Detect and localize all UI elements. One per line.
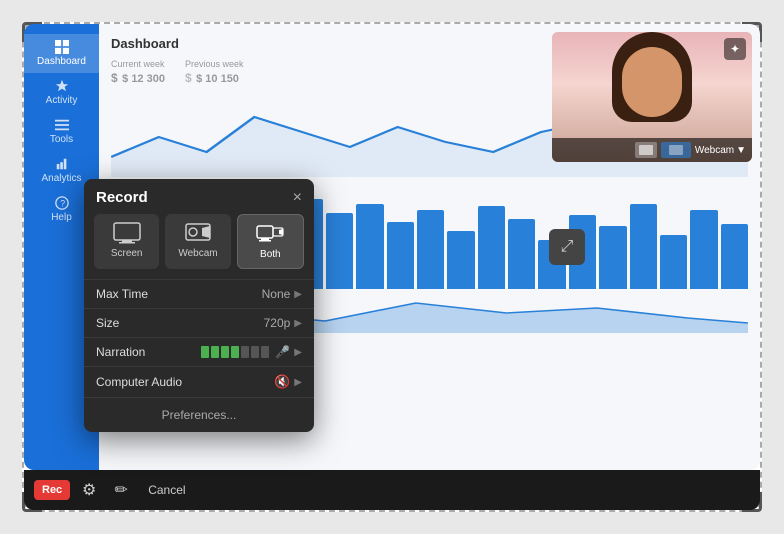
webcam-type-label: Webcam: [178, 248, 217, 259]
setting-narration: Narration 🎤 ▶: [84, 337, 314, 366]
bar-item: [478, 206, 505, 289]
magic-icon[interactable]: ✦: [724, 38, 746, 60]
sidebar-label-tools: Tools: [50, 134, 73, 145]
setting-max-time: Max Time None ▶: [84, 279, 314, 308]
mic-icon[interactable]: 🎤: [275, 345, 290, 359]
size-value: 720p: [264, 316, 291, 330]
webcam-thumb[interactable]: [661, 142, 691, 158]
sidebar-item-tools[interactable]: Tools: [24, 112, 99, 151]
bar-item: [417, 210, 444, 289]
current-week-prefix: $: [111, 71, 118, 85]
record-type-webcam[interactable]: Webcam: [165, 214, 230, 269]
narr-seg-5: [241, 346, 249, 358]
setting-size: Size 720p ▶: [84, 308, 314, 337]
pencil-icon: ✏: [114, 480, 127, 500]
computer-audio-label: Computer Audio: [96, 375, 274, 389]
edit-button[interactable]: ✏: [108, 477, 134, 503]
modal-close-button[interactable]: ×: [293, 190, 302, 206]
audio-control: 🔇: [274, 374, 290, 390]
face-skin: [622, 47, 682, 117]
modal-title: Record: [96, 189, 148, 206]
bar-item: [660, 235, 687, 289]
sidebar-label-analytics: Analytics: [41, 173, 81, 184]
bar-item: [326, 213, 353, 290]
sidebar-item-activity[interactable]: Activity: [24, 73, 99, 112]
mute-icon[interactable]: 🔇: [274, 374, 290, 390]
bar-item: [599, 226, 626, 289]
webcam-toolbar: Webcam ▼: [552, 138, 752, 162]
screen-icon: [113, 222, 141, 244]
narr-seg-1: [201, 346, 209, 358]
current-week-label: Current week: [111, 59, 165, 69]
move-icon[interactable]: ⤢: [549, 229, 585, 265]
size-label: Size: [96, 316, 264, 330]
narration-bar: 🎤: [201, 345, 290, 359]
previous-week-value: $ $ 10 150: [185, 69, 244, 87]
stat-previous-week: Previous week $ $ 10 150: [185, 59, 244, 87]
narration-arrow[interactable]: ▶: [294, 347, 302, 358]
cancel-button[interactable]: Cancel: [140, 479, 193, 501]
rec-button[interactable]: Rec: [34, 480, 70, 500]
max-time-value: None: [262, 287, 291, 301]
record-type-screen[interactable]: Screen: [94, 214, 159, 269]
audio-arrow[interactable]: ▶: [294, 377, 302, 388]
narr-seg-2: [211, 346, 219, 358]
webcam-icon: [184, 222, 212, 244]
max-time-arrow[interactable]: ▶: [294, 289, 302, 300]
record-type-both[interactable]: Both: [237, 214, 304, 269]
narr-seg-3: [221, 346, 229, 358]
main-frame: Dashboard Activity Tools Analytics ? Hel…: [22, 22, 762, 512]
modal-header: Record ×: [84, 179, 314, 214]
narration-label: Narration: [96, 345, 201, 359]
sidebar-item-dashboard[interactable]: Dashboard: [24, 34, 99, 73]
bar-item: [630, 204, 657, 290]
narr-seg-6: [251, 346, 259, 358]
bottom-toolbar: Rec ⚙ ✏ Cancel: [24, 470, 760, 510]
webcam-overlay: ✦ Webcam ▼: [552, 32, 752, 162]
bar-item: [690, 210, 717, 289]
narr-seg-4: [231, 346, 239, 358]
svg-text:?: ?: [60, 199, 65, 209]
bar-item: [356, 204, 383, 290]
stat-current-week: Current week $ $ 12 300: [111, 59, 165, 87]
both-icon: [256, 223, 284, 245]
gear-icon: ⚙: [82, 480, 96, 500]
record-modal: Record × Screen Webcam: [84, 179, 314, 432]
webcam-label: Webcam: [695, 145, 734, 156]
screen-thumb[interactable]: [635, 142, 657, 158]
webcam-dropdown[interactable]: Webcam ▼: [695, 145, 746, 156]
bar-item: [387, 222, 414, 290]
webcam-chevron-icon[interactable]: ▼: [736, 145, 746, 156]
size-arrow[interactable]: ▶: [294, 318, 302, 329]
record-type-row: Screen Webcam Both: [84, 214, 314, 279]
setting-computer-audio: Computer Audio 🔇 ▶: [84, 366, 314, 397]
bar-item: [447, 231, 474, 290]
current-week-value: $ $ 12 300: [111, 69, 165, 87]
sidebar-label-dashboard: Dashboard: [37, 56, 86, 67]
sidebar-label-help: Help: [51, 212, 72, 223]
bar-item: [508, 219, 535, 289]
previous-week-label: Previous week: [185, 59, 244, 69]
both-label: Both: [260, 249, 281, 260]
bar-item: [721, 224, 748, 289]
narr-seg-7: [261, 346, 269, 358]
max-time-label: Max Time: [96, 287, 262, 301]
preferences-row[interactable]: Preferences...: [84, 397, 314, 432]
screen-label: Screen: [111, 248, 143, 259]
settings-button[interactable]: ⚙: [76, 477, 102, 503]
sidebar-label-activity: Activity: [46, 95, 78, 106]
preferences-label: Preferences...: [162, 408, 237, 422]
